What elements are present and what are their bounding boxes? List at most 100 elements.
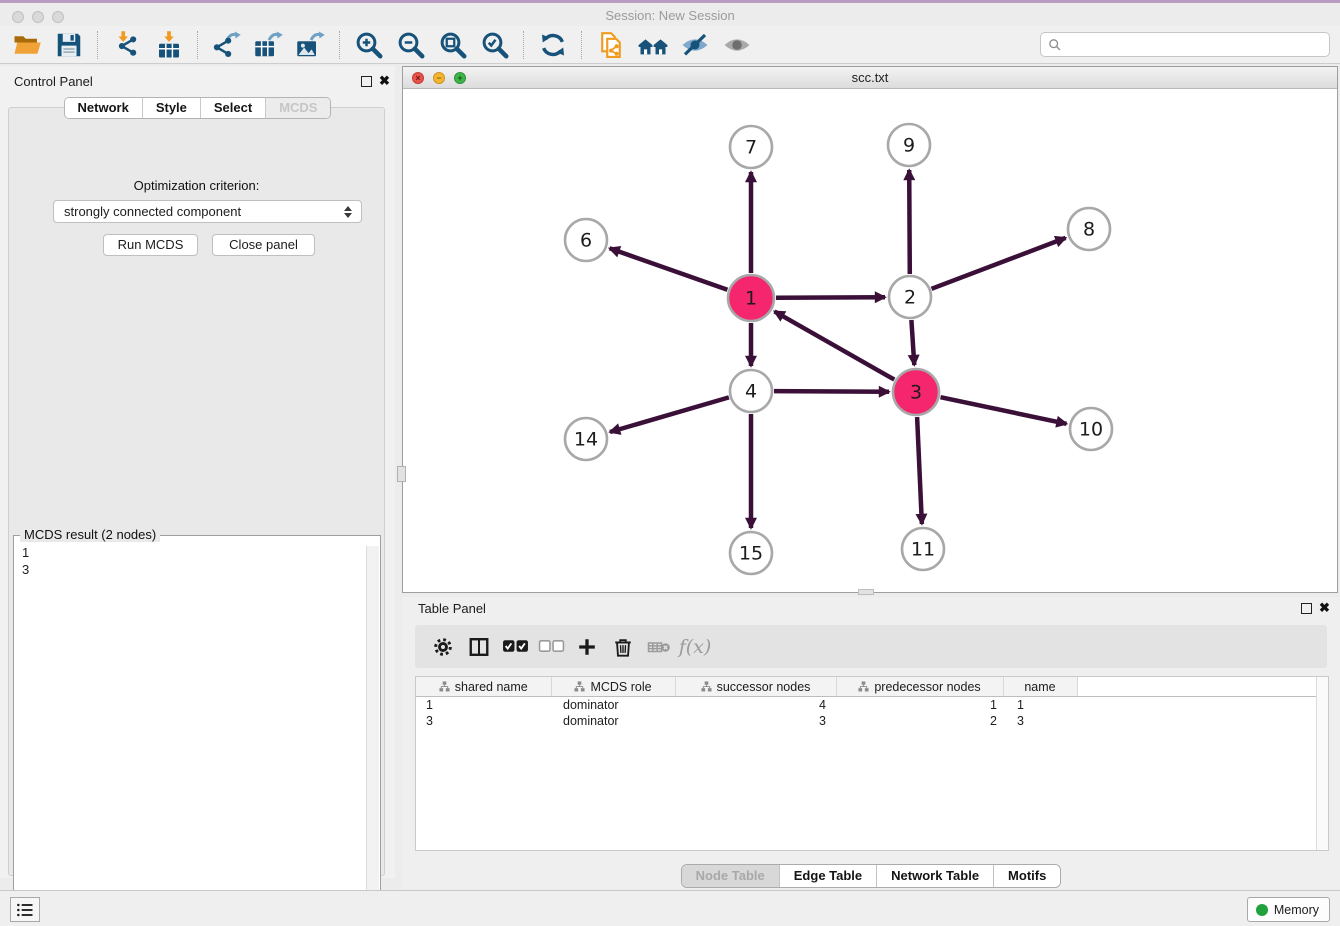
node-label-3: 3: [910, 382, 922, 404]
hide-selected-button[interactable]: [678, 28, 712, 62]
export-table-button[interactable]: [252, 28, 286, 62]
tab-edge-table[interactable]: Edge Table: [779, 865, 876, 887]
edge-3-1[interactable]: [775, 311, 895, 379]
memory-button[interactable]: Memory: [1247, 897, 1330, 922]
zoom-out-button[interactable]: [394, 28, 428, 62]
export-network-button[interactable]: [210, 28, 244, 62]
table-cell[interactable]: dominator: [551, 697, 675, 714]
export-image-button[interactable]: [294, 28, 328, 62]
search-box[interactable]: [1040, 32, 1330, 57]
duplicate-network-icon: [596, 30, 626, 60]
run-mcds-button[interactable]: Run MCDS: [103, 234, 198, 256]
table-cell[interactable]: 1: [416, 697, 551, 714]
close-panel-button[interactable]: Close panel: [212, 234, 315, 256]
table-cell[interactable]: 3: [416, 713, 551, 729]
window-title: Session: New Session: [0, 8, 1340, 23]
table-cell[interactable]: 3: [1003, 713, 1077, 729]
table-cell[interactable]: 2: [836, 713, 1003, 729]
close-panel-icon[interactable]: ✖: [379, 73, 390, 89]
network-graph[interactable]: 7968124314101511: [403, 89, 1337, 592]
column-header-successor-nodes[interactable]: successor nodes: [675, 677, 836, 697]
refresh-button[interactable]: [536, 28, 570, 62]
tab-motifs[interactable]: Motifs: [993, 865, 1060, 887]
table-cell[interactable]: 3: [675, 713, 836, 729]
search-input[interactable]: [1066, 32, 1329, 57]
first-neighbors-icon: [638, 30, 668, 60]
tab-style[interactable]: Style: [142, 98, 200, 118]
memory-status-icon: [1256, 904, 1268, 916]
vertical-splitter-grip[interactable]: [397, 466, 406, 482]
table-cell[interactable]: 1: [1003, 697, 1077, 714]
column-header-MCDS-role[interactable]: MCDS role: [551, 677, 675, 697]
open-folder-icon: [12, 30, 42, 60]
tab-select[interactable]: Select: [200, 98, 265, 118]
column-header-predecessor-nodes[interactable]: predecessor nodes: [836, 677, 1003, 697]
control-panel: Control Panel ✖ NetworkStyleSelectMCDS O…: [0, 66, 395, 878]
horizontal-splitter-grip[interactable]: [858, 589, 874, 595]
mcds-result-box: MCDS result (2 nodes) 13: [13, 535, 381, 910]
column-header-name[interactable]: name: [1003, 677, 1077, 697]
eye-slash-icon: [680, 30, 710, 60]
open-file-button[interactable]: [10, 28, 44, 62]
table-row[interactable]: 3dominator323: [416, 713, 1328, 729]
table-cell[interactable]: dominator: [551, 713, 675, 729]
export-network-icon: [212, 30, 242, 60]
tab-network[interactable]: Network: [65, 98, 142, 118]
delete-column-button[interactable]: [605, 629, 641, 665]
table-settings-button[interactable]: [425, 629, 461, 665]
table-float-panel-icon[interactable]: [1301, 603, 1312, 614]
edge-4-14[interactable]: [610, 397, 729, 432]
import-table-button[interactable]: [152, 28, 186, 62]
edge-2-3[interactable]: [911, 320, 914, 365]
mcds-panel: Optimization criterion: strongly connect…: [8, 107, 385, 876]
task-history-button[interactable]: [10, 897, 40, 922]
edge-4-3[interactable]: [774, 391, 889, 392]
first-neighbors-button[interactable]: [636, 28, 670, 62]
zoom-selected-icon: [480, 30, 510, 60]
node-label-9: 9: [903, 135, 915, 157]
tab-node-table[interactable]: Node Table: [682, 865, 779, 887]
deselect-all-columns-button[interactable]: [533, 629, 569, 665]
edge-3-10[interactable]: [941, 397, 1067, 424]
table-cell[interactable]: 1: [836, 697, 1003, 714]
float-panel-icon[interactable]: [361, 76, 372, 87]
table-row[interactable]: 1dominator411: [416, 697, 1328, 714]
list-icon: [15, 900, 35, 920]
status-bar: Memory: [0, 890, 1340, 926]
zoom-fit-button[interactable]: [436, 28, 470, 62]
save-session-button[interactable]: [52, 28, 86, 62]
header-filler: [1077, 677, 1328, 697]
edge-2-8[interactable]: [932, 238, 1066, 289]
duplicate-network-button[interactable]: [594, 28, 628, 62]
show-all-button[interactable]: [720, 28, 754, 62]
tab-network-table[interactable]: Network Table: [876, 865, 993, 887]
zoom-in-button[interactable]: [352, 28, 386, 62]
select-all-columns-button[interactable]: [497, 629, 533, 665]
add-column-button[interactable]: [569, 629, 605, 665]
main-titlebar: Session: New Session: [0, 0, 1340, 26]
table-scrollbar[interactable]: [1316, 677, 1328, 850]
edge-2-9[interactable]: [909, 170, 910, 274]
edge-1-6[interactable]: [610, 248, 728, 289]
table-cell[interactable]: 4: [675, 697, 836, 714]
column-header-shared-name[interactable]: shared name: [416, 677, 551, 697]
toolbar-separator: [97, 31, 99, 59]
toolbar-separator: [339, 31, 341, 59]
import-network-button[interactable]: [110, 28, 144, 62]
edge-3-11[interactable]: [917, 417, 922, 524]
column-layout-button[interactable]: [461, 629, 497, 665]
node-label-8: 8: [1083, 219, 1095, 241]
delete-table-button: [641, 629, 677, 665]
edge-1-2[interactable]: [776, 297, 885, 298]
search-icon: [1048, 38, 1062, 52]
network-canvas[interactable]: 7968124314101511: [403, 89, 1337, 592]
network-window-titlebar[interactable]: × − + scc.txt: [403, 67, 1337, 89]
tab-mcds[interactable]: MCDS: [265, 98, 330, 118]
network-window-title: scc.txt: [403, 70, 1337, 85]
node-table: shared nameMCDS rolesuccessor nodesprede…: [415, 676, 1329, 851]
table-close-panel-icon[interactable]: ✖: [1319, 600, 1330, 616]
result-scrollbar[interactable]: [366, 546, 379, 908]
zoom-selected-button[interactable]: [478, 28, 512, 62]
eye-icon: [722, 30, 752, 60]
optimization-dropdown[interactable]: strongly connected component: [53, 200, 362, 223]
